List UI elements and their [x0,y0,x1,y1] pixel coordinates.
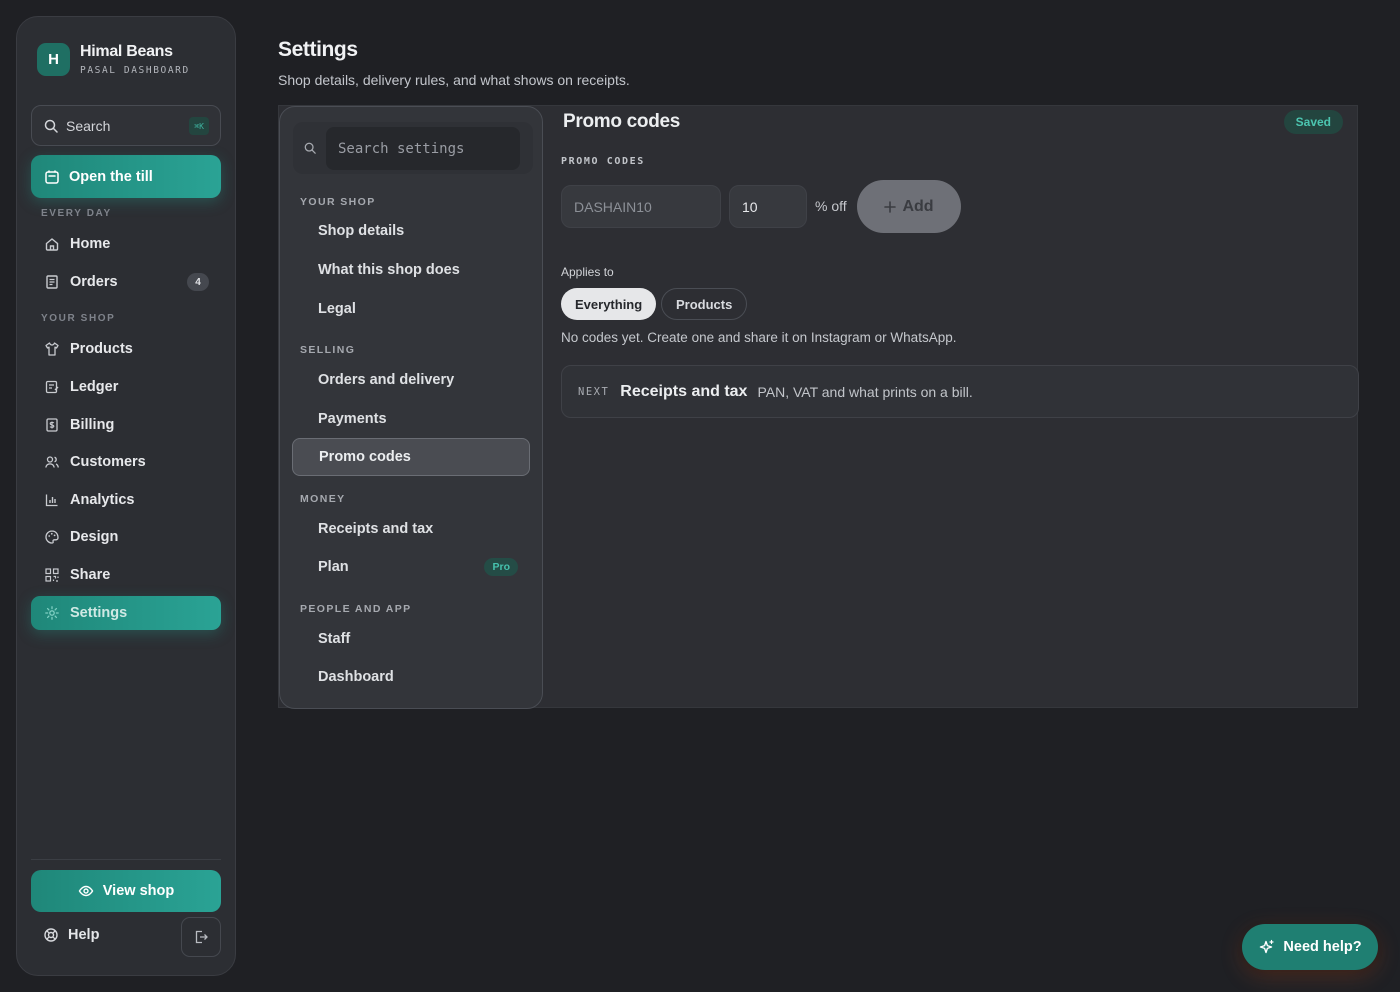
palette-icon [44,529,60,545]
sidebar-item-label: Analytics [70,492,135,508]
sidebar-item-label: Customers [70,454,146,470]
add-promo-button[interactable]: Add [857,180,961,233]
sidebar-item-customers[interactable]: Customers [31,445,221,479]
sidebar-item-label: Products [70,341,133,357]
billing-icon [44,417,60,433]
app-sidebar: H Himal Beans PASAL DASHBOARD Search ⌘K … [16,16,236,976]
settings-panel: YOUR SHOP Shop details What this shop do… [278,105,1359,709]
settings-item-plan[interactable]: Plan Pro [292,548,530,586]
section-every-day: EVERY DAY [41,208,112,219]
sidebar-item-label: Design [70,529,119,545]
settings-section-title: MONEY [300,493,346,505]
applies-everything-chip[interactable]: Everything [561,288,657,320]
page-subtitle: Shop details, delivery rules, and what s… [278,72,630,88]
add-promo-label: Add [902,197,934,215]
settings-section-title: SELLING [300,344,356,356]
sidebar-item-home[interactable]: Home [31,227,221,261]
next-description: PAN, VAT and what prints on a bill. [757,383,973,400]
settings-item-legal[interactable]: Legal [292,290,530,328]
page-title: Settings [278,38,358,61]
sparkle-icon [1258,939,1275,956]
register-icon [44,169,60,185]
sidebar-item-settings[interactable]: Settings [31,596,221,630]
sidebar-item-label: Share [70,567,111,583]
qr-icon [44,567,60,583]
search-icon [44,119,58,133]
eye-icon [78,883,94,899]
sidebar-divider [31,859,221,860]
open-till-button[interactable]: Open the till [31,155,221,198]
brand[interactable]: H Himal Beans PASAL DASHBOARD [37,43,190,76]
saved-status-badge: Saved [1283,110,1343,134]
settings-item-orders-and-delivery[interactable]: Orders and delivery [292,361,530,399]
help-label: Help [68,927,100,943]
sidebar-item-label: Billing [70,417,115,433]
orders-count-badge: 4 [187,273,209,291]
ledger-icon [44,379,60,395]
sidebar-item-label: Ledger [70,379,119,395]
gear-icon [44,605,60,621]
settings-item-label: Plan [318,559,349,575]
open-till-label: Open the till [69,168,153,185]
plus-icon [884,200,897,213]
sidebar-search-label: Search [66,117,111,134]
settings-item-shop-details[interactable]: Shop details [292,212,530,250]
sidebar-search[interactable]: Search ⌘K [31,105,221,146]
sidebar-item-label: Orders [70,274,118,290]
sidebar-item-orders[interactable]: Orders 4 [31,265,221,299]
chart-icon [44,492,60,508]
percent-off-suffix: % off [815,198,847,214]
view-shop-button[interactable]: View shop [31,870,221,912]
brand-logo: H [37,43,70,76]
settings-search [293,122,533,174]
percent-off-input[interactable] [729,185,807,228]
applies-to-label: Applies to [561,265,614,279]
applies-products-chip[interactable]: Products [661,288,748,320]
view-shop-label: View shop [102,883,175,899]
next-step-card[interactable]: NEXT Receipts and tax PAN, VAT and what … [561,365,1359,418]
users-icon [44,454,60,470]
help-link[interactable]: Help [43,927,99,943]
need-help-label: Need help? [1283,939,1362,955]
settings-item-receipts-and-tax[interactable]: Receipts and tax [292,510,530,548]
shirt-icon [44,341,60,357]
settings-item-dashboard[interactable]: Dashboard [292,658,530,696]
section-your-shop: YOUR SHOP [41,313,116,324]
settings-section-title: YOUR SHOP [300,196,376,208]
lifebuoy-icon [43,927,59,943]
search-icon [304,142,316,154]
brand-subtitle: PASAL DASHBOARD [80,65,190,76]
sidebar-item-analytics[interactable]: Analytics [31,483,221,517]
sidebar-item-ledger[interactable]: Ledger [31,370,221,404]
settings-item-promo-codes[interactable]: Promo codes [292,438,530,476]
settings-item-staff[interactable]: Staff [292,620,530,658]
settings-nav: YOUR SHOP Shop details What this shop do… [279,106,543,709]
brand-name: Himal Beans [80,43,173,60]
promo-codes-label: PROMO CODES [561,156,645,167]
sidebar-item-billing[interactable]: Billing [31,408,221,442]
settings-search-input[interactable] [326,127,520,170]
receipt-icon [44,274,60,290]
sidebar-item-design[interactable]: Design [31,520,221,554]
need-help-button[interactable]: Need help? [1242,924,1378,970]
settings-section-title: PEOPLE AND APP [300,603,412,615]
sidebar-item-label: Home [70,236,111,252]
settings-item-payments[interactable]: Payments [292,400,530,438]
home-icon [44,236,60,252]
logout-icon [193,929,209,945]
shortcut-badge: ⌘K [189,117,209,135]
promo-code-input[interactable] [561,185,721,228]
next-title: Receipts and tax [620,382,748,400]
next-tag: NEXT [578,385,610,398]
logout-button[interactable] [181,917,221,957]
sidebar-item-products[interactable]: Products [31,332,221,366]
empty-state-note: No codes yet. Create one and share it on… [561,330,957,345]
sidebar-item-label: Settings [70,605,128,621]
settings-item-what-this-shop-does[interactable]: What this shop does [292,251,530,289]
content-title: Promo codes [563,111,681,132]
pro-badge: Pro [484,558,518,576]
sidebar-item-share[interactable]: Share [31,558,221,592]
